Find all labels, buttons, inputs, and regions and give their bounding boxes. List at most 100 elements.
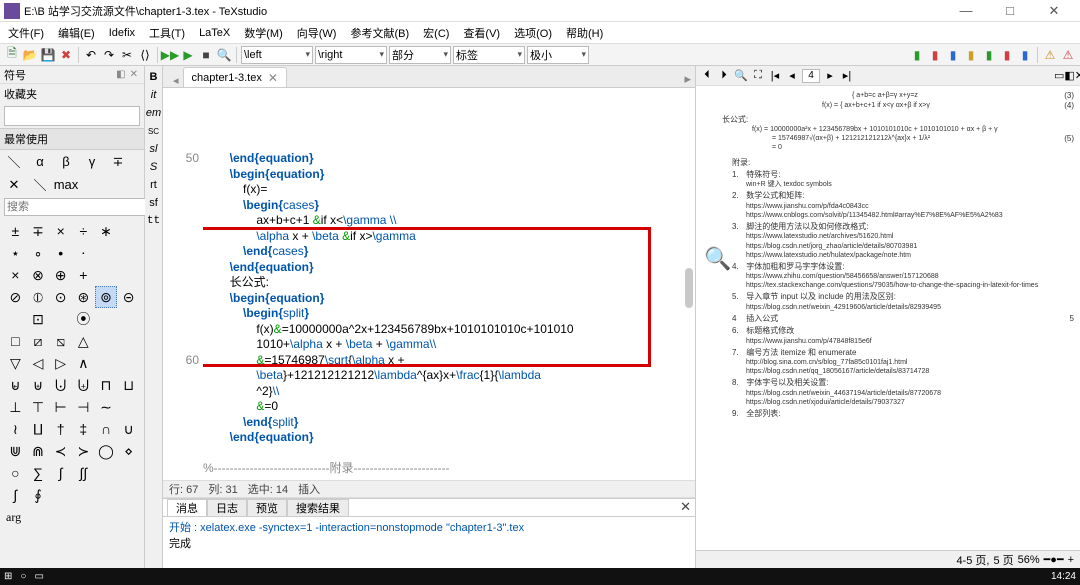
symbol-item[interactable]: [117, 308, 140, 330]
left-bracket-combo[interactable]: \left: [241, 46, 313, 64]
back-icon[interactable]: ⏴: [700, 69, 714, 83]
minimize-button[interactable]: —: [944, 0, 988, 22]
menu-item[interactable]: 参考文献(B): [346, 25, 413, 41]
symbol-item[interactable]: ∪: [117, 418, 140, 440]
bold-icon[interactable]: B: [145, 70, 162, 84]
favorites-box[interactable]: [4, 106, 140, 126]
open-icon[interactable]: 📂: [22, 47, 38, 63]
symbol-item[interactable]: ⊥: [4, 396, 27, 418]
flag5-icon[interactable]: ▮: [981, 47, 997, 63]
symbol-item[interactable]: [117, 484, 140, 506]
build-run-icon[interactable]: ▶▶: [162, 47, 178, 63]
symbol-item[interactable]: ∫: [4, 484, 27, 506]
menu-item[interactable]: 查看(V): [459, 25, 504, 41]
symbol-item[interactable]: ⊣: [72, 396, 95, 418]
pdf-page[interactable]: 🔍 { a+b=c a+β=γ x+y=z(3)f(x) = { ax+b+c+…: [696, 86, 1080, 550]
symbol-item[interactable]: [95, 352, 118, 374]
menu-item[interactable]: LaTeX: [195, 27, 234, 39]
messages-tab[interactable]: 预览: [247, 499, 287, 516]
symbol-item[interactable]: ◁: [27, 352, 50, 374]
flag1-icon[interactable]: ▮: [909, 47, 925, 63]
magnifier-icon[interactable]: 🔍: [704, 246, 731, 272]
symbol-item[interactable]: ∗: [95, 220, 118, 242]
symbol-item[interactable]: +: [72, 264, 95, 286]
symbol-item[interactable]: ≀: [4, 418, 27, 440]
symbol-item[interactable]: [117, 264, 140, 286]
next-page-icon[interactable]: ▸: [823, 69, 837, 83]
messages-tab[interactable]: 日志: [207, 499, 247, 516]
symbol-item[interactable]: ×: [4, 264, 27, 286]
symbol-item[interactable]: [95, 242, 118, 264]
symbol-item[interactable]: ∫: [49, 462, 72, 484]
symbol-arg[interactable]: arg: [0, 508, 144, 527]
panel-close-icon[interactable]: ✕: [128, 69, 140, 80]
tt-icon[interactable]: tt: [145, 214, 162, 228]
code-icon[interactable]: ⟨⟩: [137, 47, 153, 63]
symbol-item[interactable]: [117, 462, 140, 484]
save-icon[interactable]: 💾: [40, 47, 56, 63]
max-combo[interactable]: 极小: [527, 46, 589, 64]
symbol-item[interactable]: [49, 308, 72, 330]
symbol-item[interactable]: ⧄: [27, 330, 50, 352]
symbol-item[interactable]: [72, 484, 95, 506]
symbol-item[interactable]: ∘: [27, 242, 50, 264]
symbol-item[interactable]: ▽: [4, 352, 27, 374]
symbol-item[interactable]: ⊛: [72, 286, 95, 308]
symbol-item[interactable]: ◯: [95, 440, 118, 462]
os-taskbar[interactable]: ⊞ ○ ▭ 14:24: [0, 568, 1080, 585]
redo-icon[interactable]: ↷: [101, 47, 117, 63]
symbol-item[interactable]: ⊙: [49, 286, 72, 308]
symbol-item[interactable]: ⦿: [72, 308, 95, 330]
symbol-item[interactable]: ∮: [27, 484, 50, 506]
symbol-item[interactable]: ⨃: [49, 374, 72, 396]
symbol-item[interactable]: □: [4, 330, 27, 352]
symbol-item[interactable]: ∧: [72, 352, 95, 374]
symbol-item[interactable]: ⨿: [27, 418, 50, 440]
symbol-item[interactable]: ⊡: [27, 308, 50, 330]
editor-scrollbar[interactable]: [685, 268, 693, 308]
symbol-item[interactable]: ∓: [110, 154, 126, 170]
messages-tab[interactable]: 消息: [167, 499, 207, 516]
symbol-item[interactable]: [117, 330, 140, 352]
symbol-item[interactable]: ⋆: [4, 242, 27, 264]
code-editor[interactable]: 5060 \end{equation} \begin{equation} f(x…: [163, 88, 695, 480]
symbol-item[interactable]: ▷: [49, 352, 72, 374]
rt-icon[interactable]: rt: [145, 178, 162, 192]
symbol-item[interactable]: △: [72, 330, 95, 352]
symbol-item[interactable]: •: [49, 242, 72, 264]
symbol-item[interactable]: [4, 308, 27, 330]
italic-icon[interactable]: it: [145, 88, 162, 102]
menu-item[interactable]: Idefix: [105, 27, 139, 39]
window-list-icon[interactable]: ▭: [1054, 69, 1064, 83]
symbol-item[interactable]: [49, 484, 72, 506]
symbol-item[interactable]: [117, 242, 140, 264]
menu-item[interactable]: 选项(O): [510, 25, 556, 41]
flag6-icon[interactable]: ▮: [999, 47, 1015, 63]
symbol-item[interactable]: [117, 396, 140, 418]
undo-icon[interactable]: ↶: [83, 47, 99, 63]
symbol-item[interactable]: ⧅: [49, 330, 72, 352]
error-icon[interactable]: ⚠: [1060, 47, 1076, 63]
new-icon[interactable]: 🗎: [4, 47, 20, 63]
prev-page-icon[interactable]: ◂: [785, 69, 799, 83]
symbol-item[interactable]: ⊢: [49, 396, 72, 418]
page-input[interactable]: 4: [802, 69, 820, 83]
last-page-icon[interactable]: ▸|: [840, 69, 854, 83]
symbol-search-input[interactable]: [4, 198, 152, 216]
symbol-item[interactable]: ⊘: [4, 286, 27, 308]
zoom-slider[interactable]: ━●━: [1044, 553, 1064, 566]
symbol-item[interactable]: ○: [4, 462, 27, 484]
symbol-item[interactable]: [95, 484, 118, 506]
menu-item[interactable]: 编辑(E): [54, 25, 99, 41]
symbol-item[interactable]: ∼: [95, 396, 118, 418]
messages-close-icon[interactable]: ✕: [680, 499, 691, 515]
menu-item[interactable]: 帮助(H): [562, 25, 607, 41]
part-combo[interactable]: 部分: [389, 46, 451, 64]
symbol-item[interactable]: ⋒: [27, 440, 50, 462]
symbol-item[interactable]: max: [58, 177, 74, 192]
tab-prev-icon[interactable]: ◂: [169, 74, 183, 87]
warning-icon[interactable]: ⚠: [1042, 47, 1058, 63]
symbol-item[interactable]: [95, 330, 118, 352]
search-icon[interactable]: ○: [20, 571, 26, 582]
symbol-item[interactable]: ∩: [95, 418, 118, 440]
